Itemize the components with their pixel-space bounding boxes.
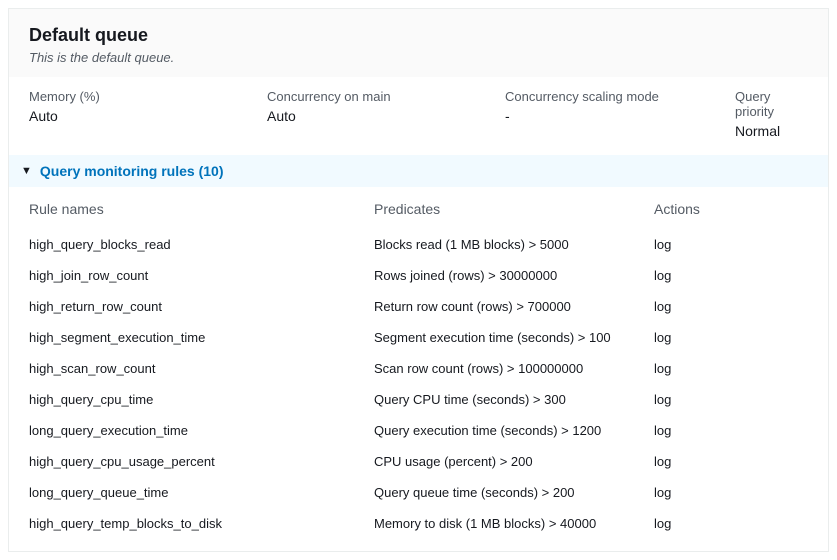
rules-body: high_query_blocks_read Blocks read (1 MB… bbox=[9, 225, 828, 551]
rule-name: high_segment_execution_time bbox=[29, 330, 374, 345]
rule-name: high_return_row_count bbox=[29, 299, 374, 314]
rules-header-name: Rule names bbox=[29, 201, 374, 217]
rules-expand-toggle[interactable]: ▼ Query monitoring rules (10) bbox=[9, 155, 828, 187]
rule-action: log bbox=[654, 516, 808, 531]
table-row: high_query_temp_blocks_to_disk Memory to… bbox=[9, 508, 828, 539]
queue-properties: Memory (%) Auto Concurrency on main Auto… bbox=[9, 77, 828, 155]
rule-action: log bbox=[654, 392, 808, 407]
rule-predicate: Query queue time (seconds) > 200 bbox=[374, 485, 654, 500]
rule-action: log bbox=[654, 361, 808, 376]
property-memory: Memory (%) Auto bbox=[29, 89, 267, 139]
rule-predicate: Segment execution time (seconds) > 100 bbox=[374, 330, 654, 345]
rule-name: high_query_cpu_time bbox=[29, 392, 374, 407]
property-query-priority: Query priority Normal bbox=[735, 89, 808, 139]
property-value: Normal bbox=[735, 123, 808, 139]
rule-name: high_query_temp_blocks_to_disk bbox=[29, 516, 374, 531]
property-concurrency-main: Concurrency on main Auto bbox=[267, 89, 505, 139]
property-value: - bbox=[505, 108, 735, 124]
rule-predicate: Return row count (rows) > 700000 bbox=[374, 299, 654, 314]
property-label: Concurrency scaling mode bbox=[505, 89, 735, 104]
rule-action: log bbox=[654, 423, 808, 438]
queue-panel: Default queue This is the default queue.… bbox=[8, 8, 829, 552]
property-value: Auto bbox=[29, 108, 267, 124]
rule-name: long_query_execution_time bbox=[29, 423, 374, 438]
table-row: high_join_row_count Rows joined (rows) >… bbox=[9, 260, 828, 291]
rules-header-predicate: Predicates bbox=[374, 201, 654, 217]
queue-title: Default queue bbox=[29, 25, 808, 46]
rules-header-action: Actions bbox=[654, 201, 808, 217]
property-value: Auto bbox=[267, 108, 505, 124]
table-row: high_query_blocks_read Blocks read (1 MB… bbox=[9, 229, 828, 260]
table-row: high_query_cpu_usage_percent CPU usage (… bbox=[9, 446, 828, 477]
rule-action: log bbox=[654, 454, 808, 469]
rule-predicate: Blocks read (1 MB blocks) > 5000 bbox=[374, 237, 654, 252]
rule-name: long_query_queue_time bbox=[29, 485, 374, 500]
property-label: Concurrency on main bbox=[267, 89, 505, 104]
property-label: Query priority bbox=[735, 89, 808, 119]
queue-header: Default queue This is the default queue. bbox=[9, 9, 828, 77]
rule-name: high_join_row_count bbox=[29, 268, 374, 283]
property-concurrency-scaling: Concurrency scaling mode - bbox=[505, 89, 735, 139]
rule-action: log bbox=[654, 237, 808, 252]
table-row: high_query_cpu_time Query CPU time (seco… bbox=[9, 384, 828, 415]
queue-subtitle: This is the default queue. bbox=[29, 50, 808, 65]
rule-name: high_query_blocks_read bbox=[29, 237, 374, 252]
rule-name: high_scan_row_count bbox=[29, 361, 374, 376]
table-row: high_segment_execution_time Segment exec… bbox=[9, 322, 828, 353]
rule-action: log bbox=[654, 299, 808, 314]
rule-action: log bbox=[654, 268, 808, 283]
table-row: high_return_row_count Return row count (… bbox=[9, 291, 828, 322]
rules-expand-label: Query monitoring rules (10) bbox=[40, 163, 224, 179]
rule-predicate: Memory to disk (1 MB blocks) > 40000 bbox=[374, 516, 654, 531]
rules-header-row: Rule names Predicates Actions bbox=[9, 187, 828, 225]
rule-action: log bbox=[654, 485, 808, 500]
rule-predicate: Query CPU time (seconds) > 300 bbox=[374, 392, 654, 407]
table-row: long_query_execution_time Query executio… bbox=[9, 415, 828, 446]
caret-down-icon: ▼ bbox=[21, 165, 32, 177]
rule-action: log bbox=[654, 330, 808, 345]
rule-predicate: CPU usage (percent) > 200 bbox=[374, 454, 654, 469]
table-row: long_query_queue_time Query queue time (… bbox=[9, 477, 828, 508]
property-label: Memory (%) bbox=[29, 89, 267, 104]
rule-predicate: Rows joined (rows) > 30000000 bbox=[374, 268, 654, 283]
table-row: high_scan_row_count Scan row count (rows… bbox=[9, 353, 828, 384]
rule-name: high_query_cpu_usage_percent bbox=[29, 454, 374, 469]
rule-predicate: Query execution time (seconds) > 1200 bbox=[374, 423, 654, 438]
rule-predicate: Scan row count (rows) > 100000000 bbox=[374, 361, 654, 376]
